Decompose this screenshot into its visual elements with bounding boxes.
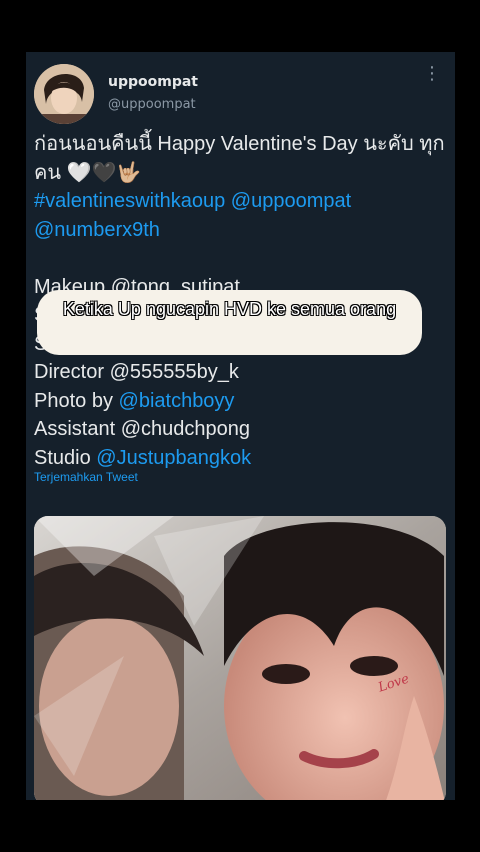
tweet-screen: uppoompat @uppoompat ⋮ ก่อนนอนคืนนี้ Hap…: [26, 52, 455, 800]
tweet-line: #valentineswithkaoup @uppoompat @numberx…: [34, 187, 446, 244]
tweet-text-span: Assistant @chudchpong: [34, 418, 250, 440]
tweet-line: Photo by @biatchboyy: [34, 387, 446, 416]
more-vertical-icon[interactable]: ⋮: [423, 65, 441, 83]
tweet-text-span: Studio: [34, 446, 97, 469]
tweet-line: [34, 244, 446, 273]
avatar[interactable]: [34, 64, 94, 124]
display-name[interactable]: uppoompat: [108, 74, 198, 90]
tweet-image[interactable]: Love: [34, 516, 446, 800]
tweet-text-span: ก่อนนอนคืนนี้ Happy Valentine's Day นะคั…: [34, 133, 445, 184]
mention-link[interactable]: @biatchboyy: [119, 390, 235, 412]
tweet-line: Studio @Justupbangkok: [34, 444, 446, 473]
caption-overlay: Ketika Up ngucapin HVD ke semua orang: [37, 290, 422, 355]
tweet-line: ก่อนนอนคืนนี้ Happy Valentine's Day นะคั…: [34, 130, 446, 187]
user-handle[interactable]: @uppoompat: [108, 97, 196, 112]
tweet-line: Assistant @chudchpong: [34, 415, 446, 444]
tweet-line: Director @555555by_k: [34, 358, 446, 387]
caption-text: Ketika Up ngucapin HVD ke semua orang: [62, 299, 397, 320]
tweet-text-span: Photo by: [34, 389, 119, 412]
mention-link[interactable]: @Justupbangkok: [96, 447, 251, 469]
mention-link[interactable]: #valentineswithkaoup @uppoompat @numberx…: [34, 190, 351, 241]
tweet-text-span: Director @555555by_k: [34, 361, 239, 383]
translate-tweet-link[interactable]: Terjemahkan Tweet: [34, 470, 138, 484]
